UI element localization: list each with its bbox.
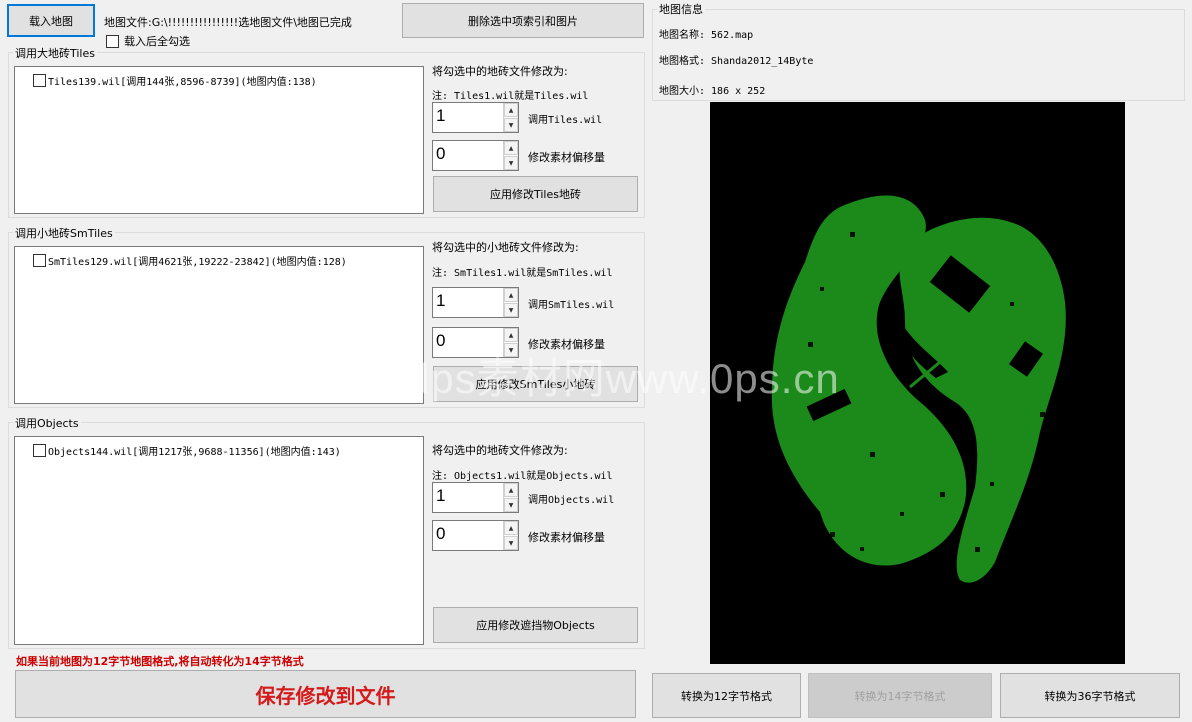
- objects-heading: 将勾选中的地砖文件修改为:: [432, 444, 568, 457]
- tiles-listbox[interactable]: Tiles139.wil[调用144张,8596-8739](地图内值:138): [14, 66, 424, 214]
- map-file-path: 地图文件:G:\!!!!!!!!!!!!!!!!选地图文件\地图已完成: [104, 16, 352, 29]
- tiles-spin1-label: 调用Tiles.wil: [528, 115, 603, 126]
- checkbox-icon[interactable]: [33, 444, 46, 457]
- stepper-value: 1: [436, 106, 446, 125]
- stepper-value: 0: [436, 524, 446, 543]
- load-map-button[interactable]: 载入地图: [7, 4, 95, 37]
- smtiles-note: 注: SmTiles1.wil就是SmTiles.wil: [432, 268, 613, 279]
- list-item-label: SmTiles129.wil[调用4621张,19222-23842](地图内值…: [48, 257, 347, 268]
- spin-up-icon[interactable]: ▲: [504, 483, 518, 497]
- list-item[interactable]: Tiles139.wil[调用144张,8596-8739](地图内值:138): [33, 73, 317, 88]
- watermark-text: lps素材网www.0ps.cn: [420, 355, 840, 402]
- map-size: 地图大小: 186 x 252: [659, 86, 766, 97]
- objects-listbox[interactable]: Objects144.wil[调用1217张,9688-11356](地图内值:…: [14, 436, 424, 645]
- spin-down-icon[interactable]: ▼: [504, 536, 518, 550]
- spin-down-icon[interactable]: ▼: [504, 303, 518, 317]
- save-button[interactable]: 保存修改到文件: [15, 670, 636, 718]
- stepper-value: 1: [436, 291, 446, 310]
- spin-up-icon[interactable]: ▲: [504, 288, 518, 302]
- apply-tiles-button[interactable]: 应用修改Tiles地砖: [433, 176, 638, 212]
- list-item[interactable]: Objects144.wil[调用1217张,9688-11356](地图内值:…: [33, 443, 341, 458]
- convert-36-button[interactable]: 转换为36字节格式: [1000, 673, 1180, 718]
- spin-down-icon[interactable]: ▼: [504, 156, 518, 170]
- checkbox-icon[interactable]: [106, 34, 119, 48]
- checkbox-icon[interactable]: [33, 74, 46, 87]
- map-name: 地图名称: 562.map: [659, 30, 754, 41]
- smtiles-group-title: 调用小地砖SmTiles: [13, 225, 115, 241]
- tiles-group-title: 调用大地砖Tiles: [13, 45, 97, 61]
- smtiles-listbox[interactable]: SmTiles129.wil[调用4621张,19222-23842](地图内值…: [14, 246, 424, 404]
- list-item[interactable]: SmTiles129.wil[调用4621张,19222-23842](地图内值…: [33, 253, 347, 268]
- smtiles-index-stepper[interactable]: 1 ▲ ▼: [432, 287, 519, 318]
- convert-14-button: 转换为14字节格式: [808, 673, 992, 718]
- select-all-checkbox[interactable]: 载入后全勾选: [106, 33, 190, 49]
- spin-up-icon[interactable]: ▲: [504, 141, 518, 155]
- list-item-label: Tiles139.wil[调用144张,8596-8739](地图内值:138): [48, 77, 317, 88]
- objects-group-title: 调用Objects: [13, 415, 81, 431]
- list-item-label: Objects144.wil[调用1217张,9688-11356](地图内值:…: [48, 447, 341, 458]
- objects-spin1-label: 调用Objects.wil: [528, 495, 615, 506]
- delete-selected-button[interactable]: 删除选中项索引和图片: [402, 3, 644, 38]
- spin-down-icon[interactable]: ▼: [504, 498, 518, 512]
- checkbox-icon[interactable]: [33, 254, 46, 267]
- smtiles-heading: 将勾选中的小地砖文件修改为:: [432, 241, 579, 254]
- tiles-index-stepper[interactable]: 1 ▲ ▼: [432, 102, 519, 133]
- map-format: 地图格式: Shanda2012_14Byte: [659, 56, 814, 67]
- map-info-title: 地图信息: [657, 1, 705, 17]
- objects-note: 注: Objects1.wil就是Objects.wil: [432, 471, 613, 482]
- objects-spin2-label: 修改素材偏移量: [528, 531, 605, 544]
- spin-up-icon[interactable]: ▲: [504, 103, 518, 117]
- spin-up-icon[interactable]: ▲: [504, 521, 518, 535]
- spin-up-icon[interactable]: ▲: [504, 328, 518, 342]
- stepper-value: 1: [436, 486, 446, 505]
- select-all-label: 载入后全勾选: [124, 35, 190, 48]
- convert-12-button[interactable]: 转换为12字节格式: [652, 673, 801, 718]
- objects-index-stepper[interactable]: 1 ▲ ▼: [432, 482, 519, 513]
- tiles-spin2-label: 修改素材偏移量: [528, 151, 605, 164]
- objects-offset-stepper[interactable]: 0 ▲ ▼: [432, 520, 519, 551]
- tiles-offset-stepper[interactable]: 0 ▲ ▼: [432, 140, 519, 171]
- format-warning: 如果当前地图为12字节地图格式,将自动转化为14字节格式: [16, 655, 304, 668]
- tiles-note: 注: Tiles1.wil就是Tiles.wil: [432, 91, 589, 102]
- smtiles-spin1-label: 调用SmTiles.wil: [528, 300, 615, 311]
- tiles-heading: 将勾选中的地砖文件修改为:: [432, 65, 568, 78]
- stepper-value: 0: [436, 144, 446, 163]
- spin-down-icon[interactable]: ▼: [504, 118, 518, 132]
- apply-objects-button[interactable]: 应用修改遮挡物Objects: [433, 607, 638, 643]
